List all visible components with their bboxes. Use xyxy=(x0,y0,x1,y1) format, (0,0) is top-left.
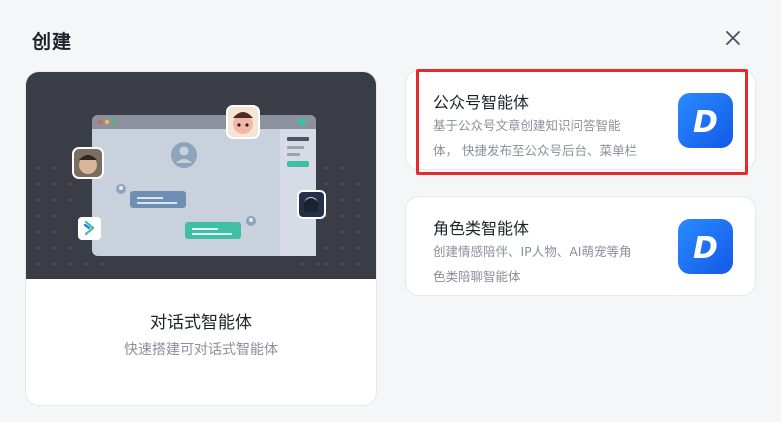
card-title: 角色类智能体 xyxy=(433,219,530,238)
d-logo-icon: D xyxy=(678,219,733,274)
chat-illustration xyxy=(26,72,376,279)
conversational-agent-card[interactable]: 对话式智能体 快速搭建可对话式智能体 xyxy=(25,71,377,406)
card-description: 创建情感陪伴、IP人物、AI萌宠等角 色类陪聊智能体 xyxy=(433,244,632,284)
svg-text:D: D xyxy=(693,105,718,140)
card-title: 公众号智能体 xyxy=(433,93,530,112)
card-description: 基于公众号文章创建知识问答智能 体， 快捷发布至公众号后台、菜单栏 xyxy=(433,118,637,158)
wechat-official-account-agent-card[interactable]: 公众号智能体 基于公众号文章创建知识问答智能 体， 快捷发布至公众号后台、菜单栏… xyxy=(405,70,756,170)
role-play-agent-card[interactable]: 角色类智能体 创建情感陪伴、IP人物、AI萌宠等角 色类陪聊智能体 D xyxy=(405,196,756,296)
d-logo-icon: D xyxy=(678,93,733,148)
close-icon[interactable] xyxy=(722,27,744,49)
main-card-description: 快速搭建可对话式智能体 xyxy=(124,342,278,358)
dialog-title: 创建 xyxy=(32,31,73,53)
main-card-title: 对话式智能体 xyxy=(150,313,252,333)
svg-text:D: D xyxy=(693,231,718,266)
